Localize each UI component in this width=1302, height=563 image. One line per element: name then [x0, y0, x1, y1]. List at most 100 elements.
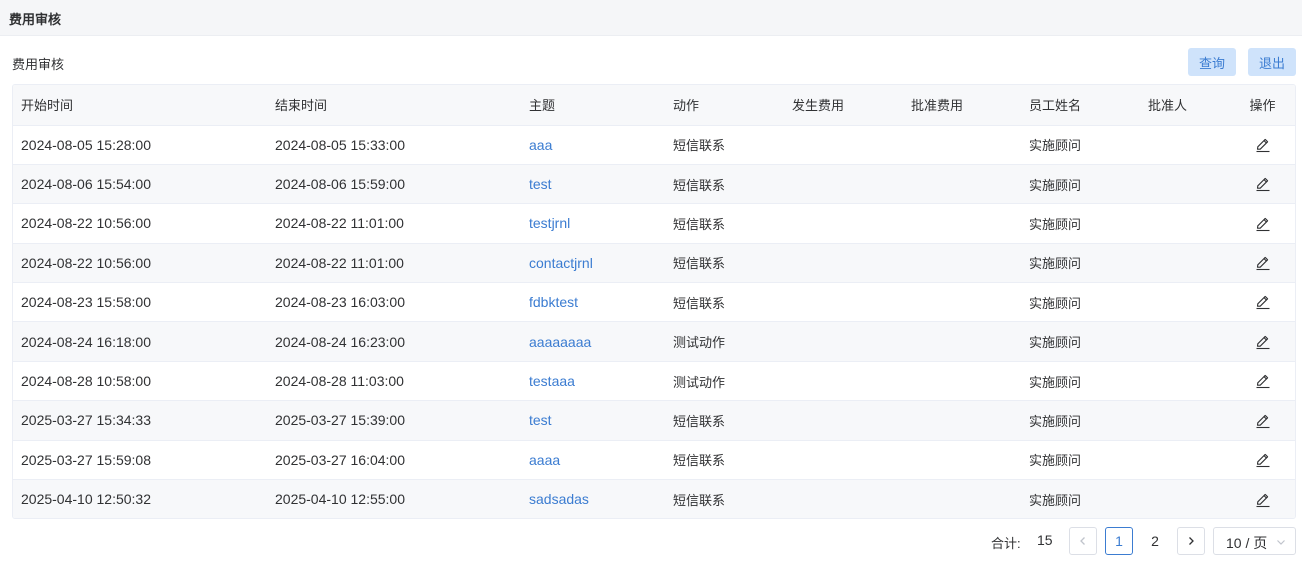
subject-link[interactable]: sadsadas [521, 480, 665, 518]
chevron-down-icon [1277, 540, 1285, 545]
edit-icon[interactable] [1254, 412, 1272, 430]
prev-page-button[interactable] [1069, 527, 1097, 555]
cell-approved-cost [903, 164, 1021, 205]
cell-employee: 实施顾问 [1021, 282, 1140, 323]
cell-operations [1230, 400, 1295, 441]
cell-end-time: 2024-08-24 16:23:00 [267, 321, 521, 362]
table-row[interactable]: 2024-08-23 15:58:00 2024-08-23 16:03:00 … [13, 282, 1295, 323]
column-header-approved-cost[interactable]: 批准费用 [903, 85, 1021, 126]
edit-icon[interactable] [1254, 254, 1272, 272]
subject-link[interactable]: aaa [521, 125, 665, 165]
cell-cost [784, 400, 903, 441]
cell-end-time: 2024-08-06 15:59:00 [267, 164, 521, 205]
table-row[interactable]: 2024-08-22 10:56:00 2024-08-22 11:01:00 … [13, 243, 1295, 284]
cell-employee: 实施顾问 [1021, 361, 1140, 402]
cell-operations [1230, 203, 1295, 244]
cell-approved-cost [903, 282, 1021, 323]
column-header-cost[interactable]: 发生费用 [784, 85, 903, 126]
cell-action: 短信联系 [665, 282, 784, 323]
page-header: 费用审核 [0, 0, 1302, 36]
cell-start-time: 2025-03-27 15:34:33 [13, 400, 267, 441]
cell-end-time: 2025-03-27 16:04:00 [267, 440, 521, 481]
cell-employee: 实施顾问 [1021, 164, 1140, 205]
table-row[interactable]: 2025-04-10 12:50:32 2025-04-10 12:55:00 … [13, 479, 1295, 518]
subject-link[interactable]: aaaa [521, 440, 665, 481]
cell-operations [1230, 440, 1295, 481]
cell-start-time: 2024-08-22 10:56:00 [13, 243, 267, 284]
query-button[interactable]: 查询 [1188, 48, 1236, 76]
cell-cost [784, 321, 903, 362]
total-count: 15 [1037, 532, 1053, 548]
edit-icon[interactable] [1254, 491, 1272, 509]
column-header-approver[interactable]: 批准人 [1140, 85, 1230, 126]
cell-cost [784, 361, 903, 402]
cell-action: 短信联系 [665, 243, 784, 284]
cell-end-time: 2025-03-27 15:39:00 [267, 400, 521, 441]
table-row[interactable]: 2024-08-05 15:28:00 2024-08-05 15:33:00 … [13, 125, 1295, 165]
cell-action: 短信联系 [665, 400, 784, 441]
subject-link[interactable]: contactjrnl [521, 243, 665, 284]
cell-start-time: 2024-08-05 15:28:00 [13, 125, 267, 165]
table-row[interactable]: 2024-08-24 16:18:00 2024-08-24 16:23:00 … [13, 321, 1295, 362]
cell-approver [1140, 321, 1230, 362]
page-size-select[interactable]: 10 / 页 [1213, 527, 1296, 555]
column-header-action[interactable]: 动作 [665, 85, 784, 126]
cell-start-time: 2024-08-28 10:58:00 [13, 361, 267, 402]
subject-link[interactable]: fdbktest [521, 282, 665, 323]
column-header-start-time[interactable]: 开始时间 [13, 85, 267, 126]
edit-icon[interactable] [1254, 372, 1272, 390]
cell-action: 短信联系 [665, 203, 784, 244]
edit-icon[interactable] [1254, 293, 1272, 311]
cell-start-time: 2024-08-24 16:18:00 [13, 321, 267, 362]
column-header-employee[interactable]: 员工姓名 [1021, 85, 1140, 126]
cell-approver [1140, 164, 1230, 205]
cell-approved-cost [903, 480, 1021, 518]
column-header-end-time[interactable]: 结束时间 [267, 85, 521, 126]
cell-cost [784, 243, 903, 284]
cell-cost [784, 125, 903, 165]
table-row[interactable]: 2025-03-27 15:59:08 2025-03-27 16:04:00 … [13, 440, 1295, 481]
subject-link[interactable]: testjrnl [521, 203, 665, 244]
cell-approver [1140, 282, 1230, 323]
subject-link[interactable]: test [521, 400, 665, 441]
subject-link[interactable]: aaaaaaaa [521, 321, 665, 362]
page-size-value: 10 / 页 [1226, 535, 1268, 551]
column-header-subject[interactable]: 主题 [521, 85, 665, 126]
table-row[interactable]: 2025-03-27 15:34:33 2025-03-27 15:39:00 … [13, 400, 1295, 441]
cell-employee: 实施顾问 [1021, 400, 1140, 441]
cell-employee: 实施顾问 [1021, 203, 1140, 244]
cell-operations [1230, 321, 1295, 362]
cell-operations [1230, 361, 1295, 402]
table-row[interactable]: 2024-08-06 15:54:00 2024-08-06 15:59:00 … [13, 164, 1295, 205]
cell-approver [1140, 243, 1230, 284]
table-row[interactable]: 2024-08-28 10:58:00 2024-08-28 11:03:00 … [13, 361, 1295, 402]
table-header-row: 开始时间 结束时间 主题 动作 发生费用 批准费用 员工姓名 批准人 操作 [13, 85, 1295, 126]
edit-icon[interactable] [1254, 215, 1272, 233]
edit-icon[interactable] [1254, 451, 1272, 469]
cell-end-time: 2024-08-23 16:03:00 [267, 282, 521, 323]
cell-approver [1140, 203, 1230, 244]
cell-action: 短信联系 [665, 440, 784, 481]
cell-action: 短信联系 [665, 164, 784, 205]
table-row[interactable]: 2024-08-22 10:56:00 2024-08-22 11:01:00 … [13, 203, 1295, 244]
cell-end-time: 2024-08-28 11:03:00 [267, 361, 521, 402]
next-page-button[interactable] [1177, 527, 1205, 555]
edit-icon[interactable] [1254, 136, 1272, 154]
pagination: 合计: 15 1 2 10 / 页 [0, 527, 1302, 555]
page-1-button[interactable]: 1 [1105, 527, 1133, 555]
cell-approved-cost [903, 243, 1021, 284]
section-title: 费用审核 [12, 57, 65, 72]
edit-icon[interactable] [1254, 333, 1272, 351]
subject-link[interactable]: test [521, 164, 665, 205]
cell-approved-cost [903, 361, 1021, 402]
edit-icon[interactable] [1254, 175, 1272, 193]
cell-operations [1230, 125, 1295, 165]
cell-start-time: 2024-08-06 15:54:00 [13, 164, 267, 205]
subject-link[interactable]: testaaa [521, 361, 665, 402]
cell-action: 短信联系 [673, 492, 726, 508]
exit-button[interactable]: 退出 [1248, 48, 1296, 76]
expense-table: 开始时间 结束时间 主题 动作 发生费用 批准费用 员工姓名 批准人 操作 20… [12, 84, 1296, 519]
page-2-button[interactable]: 2 [1141, 527, 1169, 555]
chevron-left-icon [1080, 537, 1085, 545]
cell-employee: 实施顾问 [1029, 492, 1082, 508]
